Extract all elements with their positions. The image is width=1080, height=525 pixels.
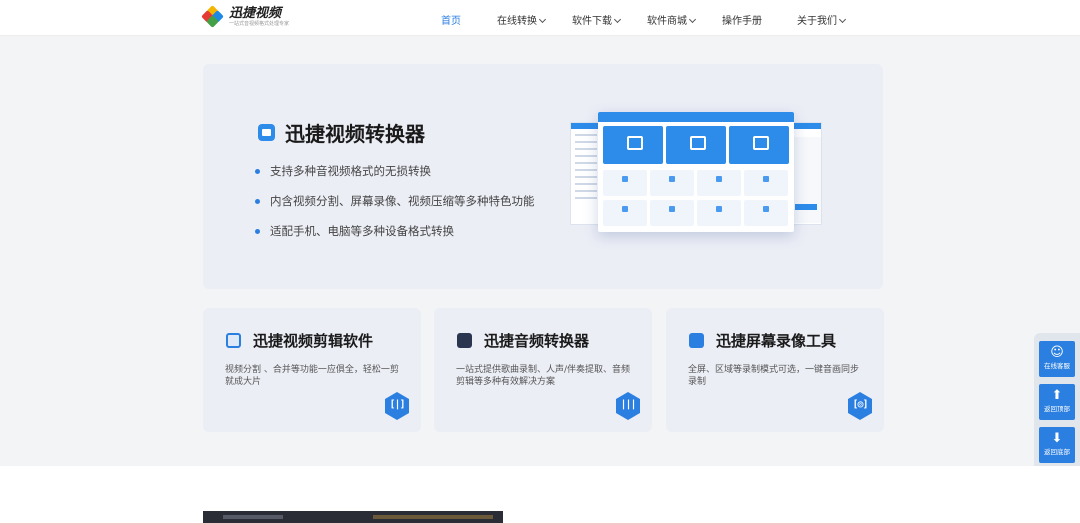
bullet-dot-icon [255,228,260,234]
video-edit-icon [226,333,241,348]
float-label: 返回底部 [1044,448,1070,456]
floating-sidebar: ☺ 在线客服 ⬆ 返回顶部 ⬇ 返回底部 [1034,333,1080,471]
card-action-button[interactable]: ||| [616,392,640,420]
nav-label: 关于我们 [797,16,837,27]
nav-label: 操作手册 [722,16,762,27]
capture-frame-icon: [◎] [848,392,872,420]
action-glyph: ||| [620,399,636,410]
nav-label: 软件下载 [572,16,612,27]
nav-software-download[interactable]: 软件下载 [572,12,622,27]
bullet-dot-icon [255,198,260,204]
card-title-row: 迅捷视频剪辑软件 [226,330,373,351]
split-icon: [|] [385,392,409,420]
nav-label: 首页 [441,16,461,27]
card-title: 迅捷音频转换器 [484,332,590,350]
chevron-down-icon [838,15,847,24]
logo-slogan: 一站式音视频格式处理专家 [229,21,290,27]
feature-text: 内含视频分割、屏幕录像、视频压缩等多种特色功能 [270,194,535,208]
feature-text: 适配手机、电脑等多种设备格式转换 [270,224,454,238]
card-title-row: 迅捷音频转换器 [457,330,589,351]
card-title: 迅捷屏幕录像工具 [716,332,837,350]
card-action-button[interactable]: [◎] [848,392,872,420]
product-card-screen-recorder[interactable]: 迅捷屏幕录像工具 全屏、区域等录制模式可选，一键音画同步录制 [◎] [666,308,884,432]
chevron-down-icon [538,15,547,24]
hero-banner: 迅捷视频转换器 支持多种音视频格式的无损转换 内含视频分割、屏幕录像、视频压缩等… [203,64,883,289]
card-title: 迅捷视频剪辑软件 [253,332,374,350]
card-action-button[interactable]: [|] [385,392,409,420]
site-logo[interactable]: 迅捷视频 一站式音视频格式处理专家 [201,5,290,28]
card-description: 一站式提供歌曲录制、人声/伴奏提取、音频剪辑等多种有效解决方案 [456,365,631,387]
card-title-row: 迅捷屏幕录像工具 [689,330,836,351]
online-service-button[interactable]: ☺ 在线客服 [1039,341,1075,377]
lower-section [0,466,1080,525]
back-to-bottom-button[interactable]: ⬇ 返回底部 [1039,427,1075,463]
video-converter-app-icon [258,124,275,141]
nav-manual[interactable]: 操作手册 [722,12,762,27]
product-card-audio-converter[interactable]: 迅捷音频转换器 一站式提供歌曲录制、人声/伴奏提取、音频剪辑等多种有效解决方案 … [434,308,652,432]
nav-about[interactable]: 关于我们 [797,12,847,27]
feature-item: 适配手机、电脑等多种设备格式转换 [255,223,454,239]
screen-record-icon [689,333,704,348]
app-screenshot-front [598,112,794,232]
logo-text: 迅捷视频 [229,6,282,21]
product-card-video-editor[interactable]: 迅捷视频剪辑软件 视频分割 、合并等功能一应俱全，轻松一剪就成大片 [|] [203,308,421,432]
feature-item: 内含视频分割、屏幕录像、视频压缩等多种特色功能 [255,193,535,209]
feature-text: 支持多种音视频格式的无损转换 [270,164,431,178]
card-description: 全屏、区域等录制模式可选，一键音画同步录制 [688,365,860,387]
nav-label: 软件商城 [647,16,687,27]
nav-home[interactable]: 首页 [441,12,461,27]
float-label: 在线客服 [1044,362,1070,370]
nav-label: 在线转换 [497,16,537,27]
card-description: 视频分割 、合并等功能一应俱全，轻松一剪就成大片 [225,365,399,387]
chevron-down-icon [613,15,622,24]
arrow-up-icon: ⬆ [1051,388,1063,403]
bullet-dot-icon [255,168,260,174]
nav-software-store[interactable]: 软件商城 [647,12,697,27]
chevron-down-icon [688,15,697,24]
action-glyph: [◎] [852,399,868,410]
nav-online-convert[interactable]: 在线转换 [497,12,547,27]
hero-title-row: 迅捷视频转换器 [258,118,425,147]
audio-wave-icon [457,333,472,348]
logo-mark-icon [201,5,224,28]
chat-icon: ☺ [1050,345,1064,360]
waveform-icon: ||| [616,392,640,420]
float-label: 返回顶部 [1044,405,1070,413]
back-to-top-button[interactable]: ⬆ 返回顶部 [1039,384,1075,420]
action-glyph: [|] [389,399,405,410]
arrow-down-icon: ⬇ [1051,431,1063,446]
hero-title: 迅捷视频转换器 [285,122,425,146]
feature-item: 支持多种音视频格式的无损转换 [255,163,431,179]
site-header: 迅捷视频 一站式音视频格式处理专家 首页 在线转换 软件下载 软件商城 操作手册… [0,0,1080,36]
